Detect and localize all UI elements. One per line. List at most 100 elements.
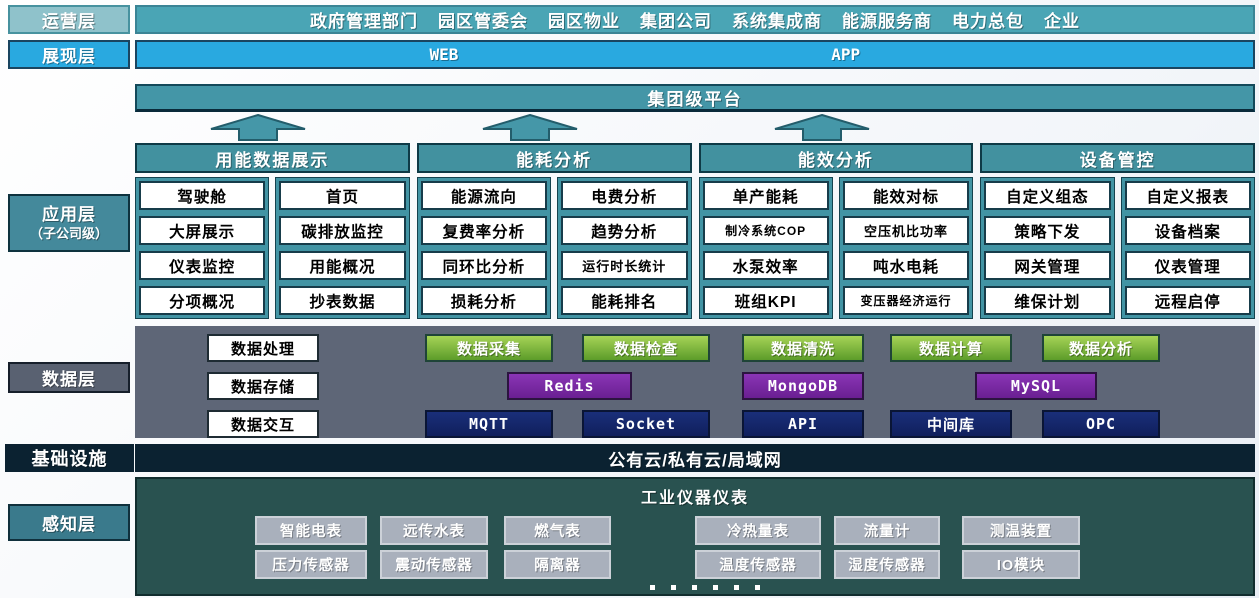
group-header-energy-display: 用能数据展示 (135, 143, 410, 173)
app-module: 自定义组态 (984, 181, 1111, 210)
app-module: 首页 (279, 181, 406, 210)
dot (755, 585, 760, 590)
module-group: 驾驶舱 大屏展示 仪表监控 分项概况 首页 碳排放监控 用能概况 抄表数据 (135, 177, 410, 319)
web-channel-label: WEB (429, 45, 459, 64)
protocol-box: OPC (1042, 410, 1160, 438)
layer-label-application-main: 应用层 (42, 205, 96, 225)
app-channel-label: APP (831, 45, 861, 64)
data-exchange-box: 数据交互 (207, 410, 319, 438)
layer-label-perception: 感知层 (8, 504, 130, 541)
group-header-efficiency-analysis: 能效分析 (698, 143, 974, 173)
app-module: 仪表管理 (1124, 251, 1251, 280)
operation-role: 企业 (1044, 12, 1080, 31)
device-box: 压力传感器 (255, 550, 367, 579)
operation-role: 能源服务商 (842, 12, 932, 31)
dot (692, 585, 697, 590)
presentation-bar: WEB APP (135, 40, 1255, 69)
app-module: 电费分析 (561, 181, 688, 210)
module-column: 能源流向 复费率分析 同环比分析 损耗分析 (416, 177, 552, 319)
group-header-device-management: 设备管控 (980, 143, 1255, 173)
app-module: 班组KPI (702, 286, 829, 315)
device-box: 震动传感器 (380, 550, 488, 579)
device-box: 冷热量表 (695, 516, 821, 545)
operation-role: 园区物业 (548, 12, 620, 31)
device-box: 远传水表 (380, 516, 488, 545)
app-module: 抄表数据 (279, 286, 406, 315)
up-arrow-icon (210, 114, 306, 141)
device-box: 智能电表 (255, 516, 367, 545)
app-module: 能源流向 (420, 181, 548, 210)
app-module: 远程启停 (1124, 286, 1251, 315)
app-module: 设备档案 (1124, 216, 1251, 245)
dot (671, 585, 676, 590)
device-box: 隔离器 (504, 550, 611, 579)
module-group: 自定义组态 策略下发 网关管理 维保计划 自定义报表 设备档案 仪表管理 远程启… (980, 177, 1255, 319)
app-module: 能效对标 (842, 181, 970, 210)
app-module: 吨水电耗 (842, 251, 970, 280)
layer-label-presentation: 展现层 (8, 40, 130, 69)
device-box: 流量计 (834, 516, 940, 545)
perception-title: 工业仪器仪表 (640, 490, 749, 507)
device-box: IO模块 (962, 550, 1080, 579)
data-step-box: 数据采集 (425, 334, 553, 362)
database-box: MongoDB (742, 372, 864, 400)
data-process-box: 数据处理 (207, 334, 319, 362)
operation-role: 政府管理部门 (310, 12, 418, 31)
layer-label-infrastructure: 基础设施 (5, 444, 134, 472)
group-header-consumption-analysis: 能耗分析 (416, 143, 692, 173)
layer-label-application-sub: （子公司级） (29, 225, 108, 241)
protocol-box: Socket (582, 410, 710, 438)
app-module: 同环比分析 (420, 251, 548, 280)
data-step-box: 数据检查 (582, 334, 710, 362)
data-storage-box: 数据存储 (207, 372, 319, 400)
module-column: 首页 碳排放监控 用能概况 抄表数据 (275, 177, 410, 319)
up-arrow-icon (482, 114, 578, 141)
app-module: 趋势分析 (561, 216, 688, 245)
protocol-box: 中间库 (890, 410, 1012, 438)
app-module: 变压器经济运行 (842, 286, 970, 315)
module-column: 能效对标 空压机比功率 吨水电耗 变压器经济运行 (838, 177, 974, 319)
operation-role: 系统集成商 (732, 12, 822, 31)
app-module: 损耗分析 (420, 286, 548, 315)
app-module: 单产能耗 (702, 181, 829, 210)
app-module: 网关管理 (984, 251, 1111, 280)
data-step-box: 数据分析 (1042, 334, 1160, 362)
module-group: 单产能耗 制冷系统COP 水泵效率 班组KPI 能效对标 空压机比功率 吨水电耗… (698, 177, 974, 319)
app-module: 空压机比功率 (842, 216, 970, 245)
dot (650, 585, 655, 590)
layer-label-application: 应用层 （子公司级） (8, 194, 130, 252)
data-layer-panel: 数据处理 数据存储 数据交互 数据采集 数据检查 数据清洗 数据计算 数据分析 … (135, 326, 1255, 438)
layer-label-operation: 运营层 (8, 5, 130, 34)
app-module: 维保计划 (984, 286, 1111, 315)
up-arrow-icon (774, 114, 870, 141)
database-box: Redis (507, 372, 632, 400)
data-step-box: 数据计算 (890, 334, 1012, 362)
module-column: 单产能耗 制冷系统COP 水泵效率 班组KPI (698, 177, 833, 319)
infrastructure-bar: 公有云/私有云/局域网 (135, 444, 1255, 472)
module-column: 驾驶舱 大屏展示 仪表监控 分项概况 (135, 177, 270, 319)
application-module-grid: 驾驶舱 大屏展示 仪表监控 分项概况 首页 碳排放监控 用能概况 抄表数据 能源… (135, 177, 1255, 319)
operation-role: 电力总包 (952, 12, 1024, 31)
application-group-headers: 用能数据展示 能耗分析 能效分析 设备管控 (135, 143, 1255, 173)
app-module: 水泵效率 (702, 251, 829, 280)
app-module: 复费率分析 (420, 216, 548, 245)
app-module: 仪表监控 (139, 251, 266, 280)
device-box: 湿度传感器 (834, 550, 940, 579)
dot (713, 585, 718, 590)
device-box: 燃气表 (504, 516, 611, 545)
database-box: MySQL (975, 372, 1097, 400)
device-box: 温度传感器 (695, 550, 821, 579)
app-module: 大屏展示 (139, 216, 266, 245)
module-column: 自定义报表 设备档案 仪表管理 远程启停 (1120, 177, 1255, 319)
operation-roles-bar: 政府管理部门 园区管委会 园区物业 集团公司 系统集成商 能源服务商 电力总包 … (135, 5, 1255, 34)
layer-label-data: 数据层 (8, 362, 130, 393)
app-module: 用能概况 (279, 251, 406, 280)
module-group: 能源流向 复费率分析 同环比分析 损耗分析 电费分析 趋势分析 运行时长统计 能… (416, 177, 692, 319)
app-module: 驾驶舱 (139, 181, 266, 210)
operation-role: 集团公司 (640, 12, 712, 31)
app-module: 制冷系统COP (702, 216, 829, 245)
perception-layer-panel: 工业仪器仪表 智能电表 远传水表 燃气表 冷热量表 流量计 测温装置 压力传感器… (135, 477, 1255, 596)
app-module: 碳排放监控 (279, 216, 406, 245)
app-module: 策略下发 (984, 216, 1111, 245)
app-module: 能耗排名 (561, 286, 688, 315)
